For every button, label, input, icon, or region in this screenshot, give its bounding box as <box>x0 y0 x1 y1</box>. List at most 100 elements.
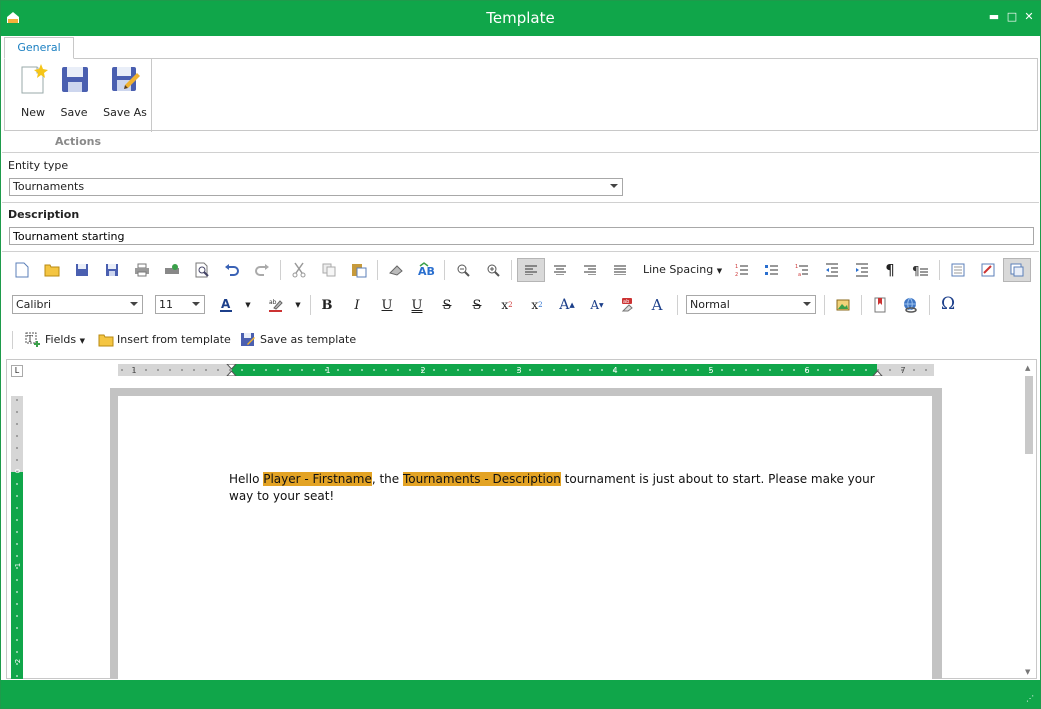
copy-icon[interactable] <box>318 259 340 281</box>
save-button[interactable]: Save <box>52 63 96 119</box>
entity-type-select[interactable]: Tournaments <box>9 178 623 196</box>
insert-template-folder-icon[interactable] <box>95 329 117 351</box>
grow-font-icon[interactable]: A ▲ <box>556 294 578 316</box>
bullet-list-icon[interactable] <box>761 259 783 281</box>
spell-check-icon[interactable]: AB <box>415 259 437 281</box>
chevron-down-icon <box>610 184 618 188</box>
increase-indent-icon[interactable] <box>851 259 873 281</box>
save-icon[interactable] <box>71 259 93 281</box>
italic-icon[interactable]: I <box>346 294 368 316</box>
scroll-up-icon[interactable]: ▲ <box>1025 364 1030 372</box>
draft-view-icon[interactable] <box>977 259 999 281</box>
font-color-icon[interactable]: A <box>215 294 237 316</box>
hyperlink-icon[interactable] <box>899 294 921 316</box>
document-page[interactable] <box>118 396 932 679</box>
window-title: Template <box>486 9 555 27</box>
align-left-icon[interactable] <box>517 258 545 282</box>
fields-icon[interactable]: T <box>22 329 44 351</box>
insert-from-template-button[interactable]: Insert from template <box>117 329 231 351</box>
ruler-label: 7 <box>900 366 905 375</box>
new-document-icon <box>21 64 48 94</box>
toolbar-separator <box>677 295 678 315</box>
chevron-down-icon: ▼ <box>79 337 86 345</box>
align-right-icon[interactable] <box>579 259 601 281</box>
vertical-scrollbar[interactable]: ▲ ▼ <box>1022 362 1036 678</box>
save-as-template-button[interactable]: Save as template <box>260 329 356 351</box>
undo-icon[interactable] <box>221 259 243 281</box>
cut-icon[interactable] <box>288 259 310 281</box>
toolbar-separator <box>310 295 311 315</box>
horizontal-ruler[interactable]: 1 1 2 3 4 5 6 7 <box>118 364 934 376</box>
highlight-color-icon[interactable]: ab <box>265 294 287 316</box>
ruler-label: 2 <box>420 366 425 375</box>
superscript-icon[interactable]: x2 <box>496 294 518 316</box>
ribbon-panel: New Save Save As <box>4 58 1038 132</box>
font-name-select[interactable]: Calibri <box>12 295 143 314</box>
vertical-ruler[interactable]: 0 1 2 <box>11 396 23 679</box>
bookmark-icon[interactable] <box>869 294 891 316</box>
svg-text:A: A <box>221 297 231 311</box>
editor-toolbar-row-2: Calibri 11 A ▼ ab ▼ B I U U S S x2 x2 A ▲… <box>1 292 1040 318</box>
redo-icon[interactable] <box>251 259 273 281</box>
line-spacing-button[interactable]: Line Spacing ▼ <box>643 259 722 282</box>
save-as-icon <box>112 67 140 91</box>
zoom-in-icon[interactable] <box>482 259 504 281</box>
subscript-icon[interactable]: x2 <box>526 294 548 316</box>
svg-text:ab: ab <box>269 299 277 306</box>
tab-stop-selector[interactable]: L <box>11 365 23 377</box>
symbol-omega-icon[interactable]: Ω <box>937 293 959 315</box>
multilevel-list-icon[interactable]: 1a <box>791 259 813 281</box>
svg-text:AB: AB <box>418 265 435 278</box>
highlight-dropdown-icon[interactable]: ▼ <box>291 294 305 316</box>
numbered-list-icon[interactable]: 12 <box>731 259 753 281</box>
minimize-icon[interactable]: ▬ <box>986 9 1002 25</box>
new-button[interactable]: New <box>11 63 55 119</box>
ruler-label: 1 <box>14 563 22 567</box>
save-template-icon[interactable] <box>237 329 259 351</box>
save-as-button[interactable]: Save As <box>101 63 149 119</box>
zoom-out-icon[interactable] <box>452 259 474 281</box>
maximize-icon[interactable]: □ <box>1004 9 1020 25</box>
show-paragraph-icon[interactable]: ¶ <box>879 259 901 281</box>
simple-view-icon[interactable] <box>947 259 969 281</box>
description-input[interactable] <box>9 227 1034 245</box>
font-dialog-icon[interactable]: A <box>646 294 668 316</box>
bold-icon[interactable]: B <box>316 294 338 316</box>
insert-picture-icon[interactable] <box>832 294 854 316</box>
font-size-select[interactable]: 11 <box>155 295 205 314</box>
document-body[interactable]: Hello Player - Firstname, the Tournament… <box>229 471 879 505</box>
print-icon[interactable] <box>131 259 153 281</box>
fields-button[interactable]: Fields ▼ <box>45 329 85 352</box>
svg-text:1: 1 <box>735 264 738 270</box>
scroll-thumb[interactable] <box>1025 376 1033 454</box>
clear-formatting-icon[interactable]: ab <box>616 294 638 316</box>
paragraph-style-select[interactable]: Normal <box>686 295 816 314</box>
scroll-down-icon[interactable]: ▼ <box>1025 668 1030 676</box>
shrink-font-icon[interactable]: A ▼ <box>586 294 608 316</box>
double-strikethrough-icon[interactable]: S <box>466 294 488 316</box>
merge-field-player-firstname[interactable]: Player - Firstname <box>263 472 372 486</box>
editor-toolbar-row-1: AB Line Spacing ▼ 12 1a ¶ ¶ <box>1 257 1040 283</box>
tab-general[interactable]: General <box>4 37 74 59</box>
print-preview-icon[interactable] <box>191 259 213 281</box>
open-folder-icon[interactable] <box>41 259 63 281</box>
quick-print-icon[interactable] <box>161 259 183 281</box>
paragraph-settings-icon[interactable]: ¶ <box>909 259 931 281</box>
decrease-indent-icon[interactable] <box>821 259 843 281</box>
double-underline-icon[interactable]: U <box>406 294 428 316</box>
clear-format-icon[interactable] <box>385 259 407 281</box>
underline-icon[interactable]: U <box>376 294 398 316</box>
paste-icon[interactable] <box>348 259 370 281</box>
print-layout-icon[interactable] <box>1003 258 1031 282</box>
font-color-dropdown-icon[interactable]: ▼ <box>241 294 255 316</box>
close-icon[interactable]: ✕ <box>1021 9 1037 25</box>
save-all-icon[interactable] <box>101 259 123 281</box>
resize-grip-icon[interactable]: ⋰ <box>1026 694 1036 704</box>
justify-icon[interactable] <box>609 259 631 281</box>
status-bar: ⋰ <box>1 680 1040 708</box>
align-center-icon[interactable] <box>549 259 571 281</box>
strikethrough-icon[interactable]: S <box>436 294 458 316</box>
svg-text:T: T <box>27 335 33 345</box>
new-doc-icon[interactable] <box>11 259 33 281</box>
merge-field-tournament-description[interactable]: Tournaments - Description <box>402 472 561 486</box>
